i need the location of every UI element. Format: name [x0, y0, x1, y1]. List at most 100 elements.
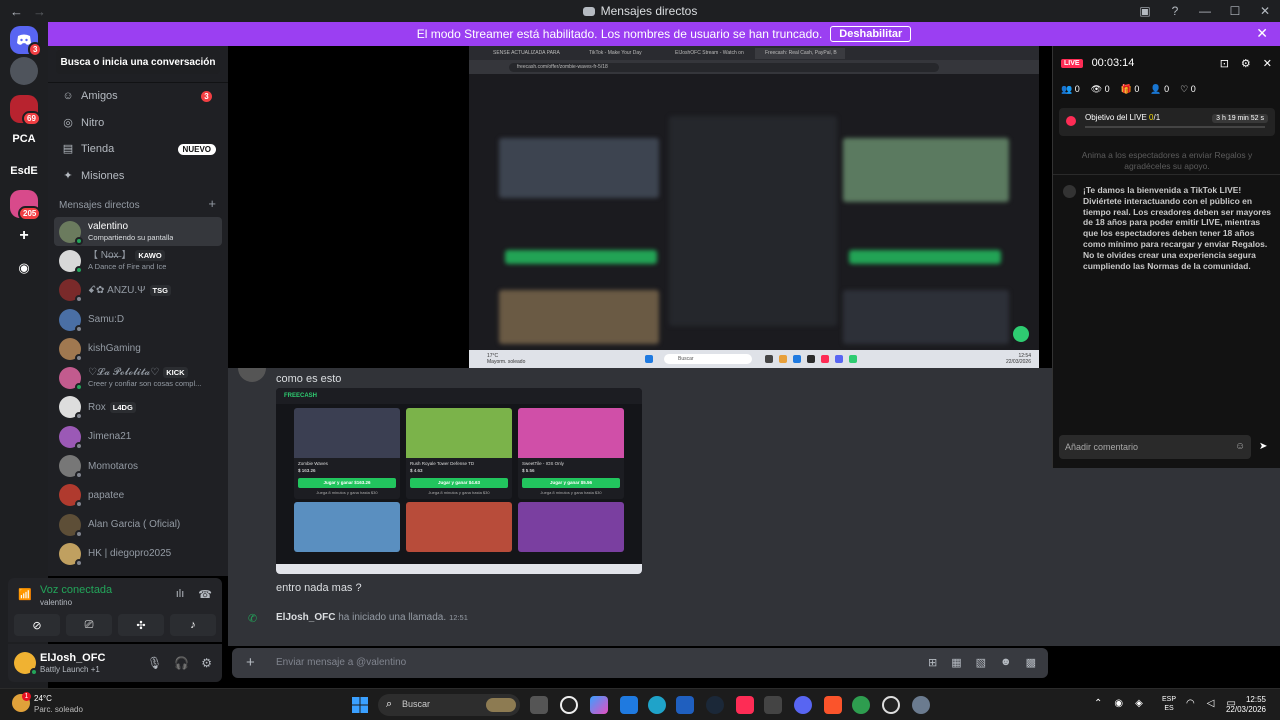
microphone-icon[interactable]: 🎙: [147, 656, 162, 670]
dm-item[interactable]: 【 N̶o̶x̶ 】 KAWO A Dance of Fire and Ice: [54, 246, 222, 275]
dm-item[interactable]: Rox L4DG: [54, 393, 222, 422]
dm-item[interactable]: HK | diegopro2025: [54, 539, 222, 568]
server-icon-avatar[interactable]: [10, 57, 38, 85]
system-clock[interactable]: 12:55 22/03/2026: [1226, 695, 1266, 715]
gif-icon[interactable]: ▦: [951, 656, 961, 669]
explore-icon[interactable]: ◉: [10, 254, 38, 282]
nav-quests[interactable]: ✦ Misiones: [48, 163, 228, 190]
call-icon: ✆: [248, 613, 258, 625]
app-icon[interactable]: [560, 696, 578, 714]
inbox-icon[interactable]: ▣: [1130, 4, 1160, 18]
emoji-icon[interactable]: ☻: [1000, 656, 1012, 669]
status-indicator: [75, 265, 83, 274]
soundboard-button[interactable]: ♪: [170, 614, 216, 636]
home-discord-button[interactable]: 3: [10, 26, 43, 57]
app-icon[interactable]: [764, 696, 782, 714]
offer-play-button[interactable]: Jugar y ganar $163.26: [298, 478, 396, 488]
server-icon-esde[interactable]: EsdE: [10, 157, 38, 185]
tray-app-icon[interactable]: ◈: [1135, 698, 1143, 709]
apps-icon[interactable]: ▩: [1026, 656, 1036, 669]
discord-icon: [582, 7, 595, 16]
nav-shop[interactable]: ▤ Tienda NUEVO: [48, 136, 228, 163]
stream-taskbar-search: Buscar: [664, 354, 752, 364]
server-icon-red[interactable]: 69: [10, 95, 41, 126]
unlock-icon[interactable]: ⊡: [1220, 57, 1229, 70]
dm-item[interactable]: kishGaming: [54, 334, 222, 363]
sticker-icon[interactable]: ▧: [976, 656, 986, 669]
close-live-icon[interactable]: ✕: [1263, 57, 1272, 70]
brave-icon[interactable]: [824, 696, 842, 714]
language-indicator[interactable]: ESP ES: [1162, 695, 1176, 713]
dm-item[interactable]: ꗃ✿ ANZU.Ψ TSG: [54, 276, 222, 305]
comment-input[interactable]: Añadir comentario: [1059, 435, 1251, 459]
nav-friends[interactable]: ☺ Amigos 3: [48, 83, 228, 110]
server-icon-pink[interactable]: 205: [10, 190, 42, 221]
disconnect-icon[interactable]: ☎: [198, 588, 212, 601]
edge-icon[interactable]: [648, 696, 666, 714]
add-server-icon[interactable]: +: [10, 222, 38, 250]
steam-icon[interactable]: [706, 696, 724, 714]
message-avatar[interactable]: [238, 368, 266, 382]
offer-card: Zombie Waves $ 163.26 Jugar y ganar $163.2…: [294, 408, 400, 499]
dm-item[interactable]: Momotaros: [54, 451, 222, 480]
server-icon-pca[interactable]: PCA: [10, 125, 38, 153]
tiktok-icon[interactable]: [736, 696, 754, 714]
call-user[interactable]: ElJosh_OFC: [276, 612, 335, 623]
settings-icon[interactable]: [912, 696, 930, 714]
dm-item[interactable]: Jimena21: [54, 422, 222, 451]
copilot-icon[interactable]: [590, 696, 608, 714]
minimize-icon[interactable]: —: [1190, 4, 1220, 18]
task-view-icon[interactable]: [530, 696, 548, 714]
user-name[interactable]: ElJosh_OFC: [40, 652, 105, 664]
back-arrow-icon[interactable]: ←: [10, 4, 23, 19]
live-goal[interactable]: Objetivo del LIVE 0/1 3 h 19 min 52 s: [1059, 108, 1275, 136]
chevron-up-icon[interactable]: ⌃: [1094, 698, 1102, 709]
search-conversation-button[interactable]: Busca o inicia una conversación: [56, 50, 220, 74]
offer-image: [406, 408, 512, 458]
noise-suppression-icon[interactable]: ılı: [176, 588, 185, 601]
nav-nitro[interactable]: ◎ Nitro: [48, 110, 228, 137]
dm-item[interactable]: Samu:D: [54, 305, 222, 334]
app-icon[interactable]: [676, 696, 694, 714]
chrome-icon[interactable]: [852, 696, 870, 714]
camera-off-button[interactable]: ⊘: [14, 614, 60, 636]
image-attachment[interactable]: FREECASH Zombie Waves $ 163.26 Jugar y gan…: [276, 388, 642, 574]
taskbar-search[interactable]: ⌕ Buscar: [378, 694, 520, 716]
forward-arrow-icon[interactable]: →: [33, 4, 46, 19]
headphones-icon[interactable]: 🎧: [174, 656, 189, 670]
offer-price: $ 4.63: [410, 468, 423, 473]
disable-streamer-button[interactable]: Deshabilitar: [830, 26, 912, 42]
dm-item[interactable]: valentino Compartiendo su pantalla: [54, 217, 222, 247]
file-explorer-icon[interactable]: [620, 696, 638, 714]
dm-item[interactable]: Alan Garcia ( Oficial): [54, 510, 222, 539]
voice-channel[interactable]: valentino: [40, 598, 72, 607]
help-icon[interactable]: ?: [1160, 4, 1190, 18]
screen-share-button[interactable]: ⎚: [66, 614, 112, 636]
close-window-icon[interactable]: ✕: [1250, 4, 1280, 18]
create-dm-icon[interactable]: +: [208, 196, 216, 211]
offer-play-button[interactable]: Jugar y ganar $5.56: [522, 478, 620, 488]
message-composer[interactable]: + Enviar mensaje a @valentino ⊞ ▦ ▧ ☻ ▩: [232, 648, 1048, 678]
signal-icon[interactable]: 📶: [18, 588, 32, 601]
user-avatar[interactable]: [14, 652, 38, 676]
weather-temp[interactable]: 24°C: [34, 694, 52, 704]
gift-icon[interactable]: ⊞: [928, 656, 937, 669]
activities-button[interactable]: ✣: [118, 614, 164, 636]
add-attachment-icon[interactable]: +: [246, 654, 255, 671]
obs-icon[interactable]: [882, 696, 900, 714]
settings-gear-icon[interactable]: ⚙: [201, 656, 212, 670]
message-input[interactable]: Enviar mensaje a @valentino: [276, 657, 406, 668]
offer-play-button[interactable]: Jugar y ganar $4.63: [410, 478, 508, 488]
settings-icon[interactable]: ⚙: [1241, 57, 1251, 70]
close-banner-icon[interactable]: ✕: [1256, 25, 1268, 42]
send-icon[interactable]: ➤: [1259, 441, 1267, 452]
dm-item[interactable]: ♡𝓛𝓪 𝓟𝓸𝓵𝓸𝓵𝓲𝓽𝓪♡ KICK Creer y confiar son cos…: [54, 363, 222, 392]
window-title: Mensajes directos: [0, 4, 1280, 18]
maximize-icon[interactable]: ☐: [1220, 4, 1250, 18]
emoji-icon[interactable]: ☺: [1235, 441, 1245, 452]
discord-icon[interactable]: [794, 696, 812, 714]
tray-app-icon[interactable]: ◉: [1114, 698, 1123, 709]
shared-screen-stream[interactable]: SENSE ACTUALIZADA PARA R!! TikTok - Make…: [469, 46, 1039, 368]
dm-item[interactable]: papatee: [54, 481, 222, 510]
windows-start-icon[interactable]: [352, 697, 368, 713]
